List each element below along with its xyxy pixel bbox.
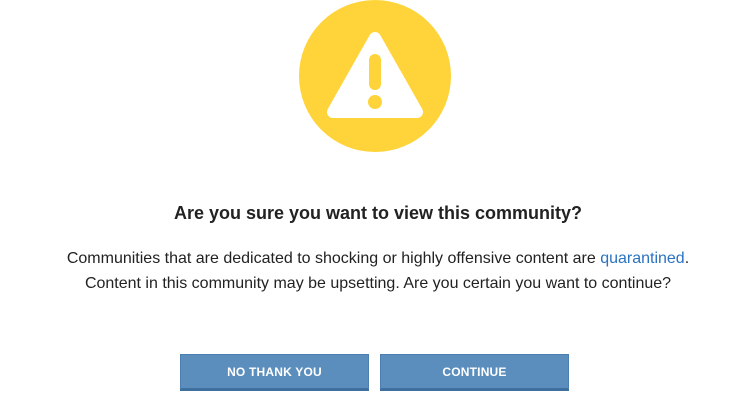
quarantined-link[interactable]: quarantined bbox=[600, 250, 685, 267]
exclamation-bar bbox=[369, 54, 381, 90]
exclamation-dot bbox=[368, 95, 382, 109]
warning-icon bbox=[299, 0, 451, 152]
dialog-message: Communities that are dedicated to shocki… bbox=[40, 246, 716, 296]
message-text-before-link: Communities that are dedicated to shocki… bbox=[66, 250, 601, 267]
continue-button[interactable]: CONTINUE bbox=[380, 354, 569, 391]
quarantine-warning-page: Are you sure you want to view this commu… bbox=[0, 0, 756, 400]
warning-triangle-icon bbox=[327, 32, 423, 118]
no-thank-you-button[interactable]: NO THANK YOU bbox=[180, 354, 369, 391]
dialog-title: Are you sure you want to view this commu… bbox=[173, 203, 583, 223]
